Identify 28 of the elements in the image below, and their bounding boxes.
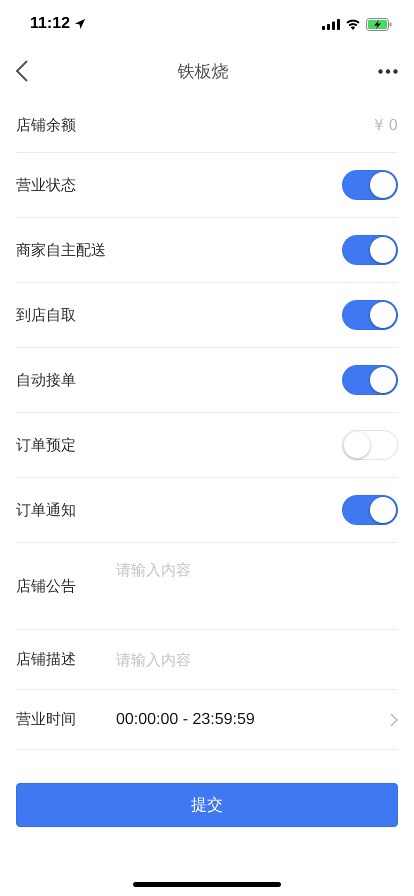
text-area[interactable]: 请输入内容 bbox=[116, 561, 398, 601]
row-label: 订单预定 bbox=[16, 436, 76, 454]
row-label: 营业状态 bbox=[16, 176, 76, 194]
row-label: 自动接单 bbox=[16, 370, 76, 390]
toggle-switch[interactable] bbox=[342, 495, 398, 525]
row-label: 到店自取 bbox=[16, 306, 76, 324]
more-icon[interactable] bbox=[378, 68, 398, 74]
row-label: 店铺描述 bbox=[16, 650, 77, 669]
row-label: 订单通知 bbox=[16, 500, 76, 520]
back-icon[interactable] bbox=[16, 60, 28, 82]
input-field[interactable]: 请输入内容 bbox=[116, 650, 398, 668]
submit-button[interactable]: 提交 bbox=[16, 783, 398, 827]
balance-value: ¥ 0 bbox=[374, 116, 398, 134]
location-arrow-icon bbox=[74, 18, 86, 30]
battery-charging-icon bbox=[366, 18, 392, 30]
toggle-switch[interactable] bbox=[342, 235, 398, 265]
toggle-switch[interactable] bbox=[342, 365, 398, 395]
wifi-icon bbox=[345, 18, 361, 30]
toggle-switch[interactable] bbox=[342, 300, 398, 330]
signal-icon bbox=[322, 18, 340, 30]
toggle-switch[interactable] bbox=[342, 170, 398, 200]
status-time: 11:12 bbox=[30, 15, 70, 33]
time-range-value[interactable]: 00:00:00 - 23:59:59 bbox=[116, 710, 255, 728]
row-label: 店铺余额 bbox=[16, 116, 76, 134]
row-label: 营业时间 bbox=[16, 710, 77, 729]
page-title: 铁板烧 bbox=[178, 60, 228, 82]
row-label: 商家自主配送 bbox=[16, 240, 106, 260]
row-label: 店铺公告 bbox=[16, 576, 77, 596]
